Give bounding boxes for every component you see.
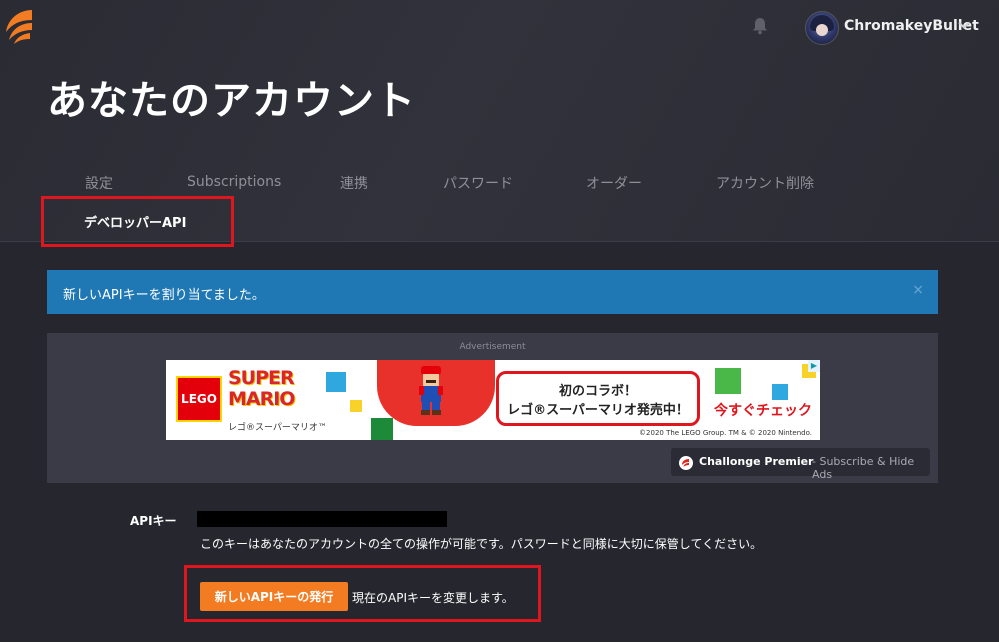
ad-label: Advertisement bbox=[459, 342, 526, 352]
api-key-value-redacted bbox=[197, 511, 447, 527]
promo-box: 初のコラボ！ レゴ®スーパーマリオ発売中！ bbox=[496, 371, 700, 426]
tab-subscriptions[interactable]: Subscriptions bbox=[187, 174, 281, 190]
alert-message: 新しいAPIキーを割り当てました。 bbox=[63, 288, 265, 303]
highlight-box-tab bbox=[41, 196, 234, 247]
decor-square bbox=[326, 372, 346, 392]
chevron-down-icon[interactable] bbox=[957, 18, 971, 32]
close-icon[interactable]: × bbox=[912, 282, 924, 298]
challonge-premier-icon bbox=[679, 456, 693, 470]
api-key-label: APIキー bbox=[130, 514, 177, 528]
pipe-graphic bbox=[371, 418, 393, 440]
promo-line2: レゴ®スーパーマリオ発売中！ bbox=[507, 403, 689, 418]
tab-integrations[interactable]: 連携 bbox=[340, 173, 368, 193]
lego-subtitle: レゴ®スーパーマリオ™ bbox=[228, 423, 327, 433]
avatar[interactable] bbox=[805, 11, 839, 45]
ad-choices-icon[interactable]: ▶ bbox=[808, 360, 820, 372]
decor-square bbox=[350, 400, 362, 412]
super-mario-logo: SUPER MARIO bbox=[228, 367, 295, 410]
premier-brand: Challonge Premier bbox=[699, 455, 814, 468]
super-mario-line1: SUPER bbox=[228, 367, 295, 389]
bell-icon[interactable] bbox=[752, 17, 768, 35]
super-mario-line2: MARIO bbox=[228, 388, 295, 410]
tab-password[interactable]: パスワード bbox=[443, 173, 513, 193]
premier-subscribe-link[interactable]: - Subscribe & Hide Ads bbox=[812, 455, 930, 481]
tab-settings[interactable]: 設定 bbox=[85, 173, 113, 193]
tab-delete-account[interactable]: アカウント削除 bbox=[716, 173, 814, 193]
mario-figure-icon bbox=[419, 366, 443, 415]
ad-banner[interactable]: LEGO SUPER MARIO レゴ®スーパーマリオ™ 初のコラボ！ レゴ®ス… bbox=[166, 360, 820, 440]
ad-cta: 今すぐチェック bbox=[714, 403, 812, 419]
decor-square bbox=[715, 368, 741, 394]
avatar-face bbox=[816, 24, 828, 36]
tab-orders[interactable]: オーダー bbox=[586, 173, 642, 193]
page-title: あなたのアカウント bbox=[47, 78, 416, 124]
premier-link[interactable]: Challonge Premier - Subscribe & Hide Ads bbox=[671, 448, 930, 481]
promo-line1: 初のコラボ！ bbox=[558, 384, 637, 399]
advertisement-container: Advertisement LEGO SUPER MARIO レゴ®スーパーマリ… bbox=[47, 333, 938, 483]
api-key-help-text: このキーはあなたのアカウントの全ての操作が可能です。パスワードと同様に大切に保管… bbox=[200, 537, 763, 551]
ad-copyright: ©2020 The LEGO Group. TM & © 2020 Ninten… bbox=[639, 429, 812, 437]
decor-square bbox=[772, 384, 788, 400]
challonge-logo-icon[interactable] bbox=[2, 6, 38, 46]
lego-logo: LEGO bbox=[176, 376, 222, 422]
success-alert: 新しいAPIキーを割り当てました。 × bbox=[47, 270, 938, 314]
highlight-box-button bbox=[184, 565, 541, 622]
